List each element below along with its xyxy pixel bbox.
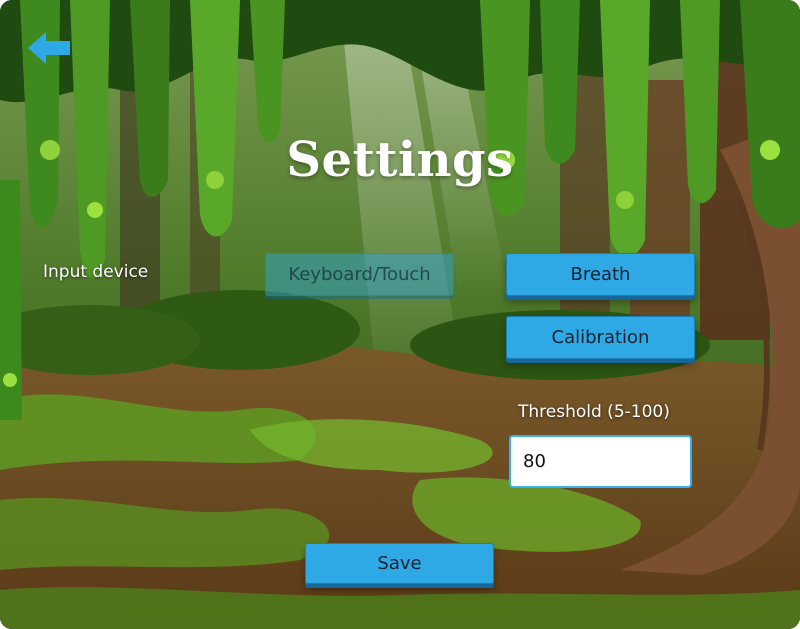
threshold-label: Threshold (5-100) <box>518 402 670 422</box>
input-device-label: Input device <box>43 262 149 282</box>
threshold-input[interactable] <box>509 435 692 488</box>
breath-button[interactable]: Breath <box>506 253 695 296</box>
calibration-button[interactable]: Calibration <box>506 316 695 359</box>
settings-screen: Settings Input device Keyboard/Touch Bre… <box>0 0 800 629</box>
keyboard-touch-button[interactable]: Keyboard/Touch <box>265 253 454 296</box>
page-title: Settings <box>286 132 514 188</box>
forest-background <box>0 0 800 629</box>
save-button[interactable]: Save <box>305 543 494 584</box>
back-arrow-icon[interactable] <box>26 28 74 68</box>
